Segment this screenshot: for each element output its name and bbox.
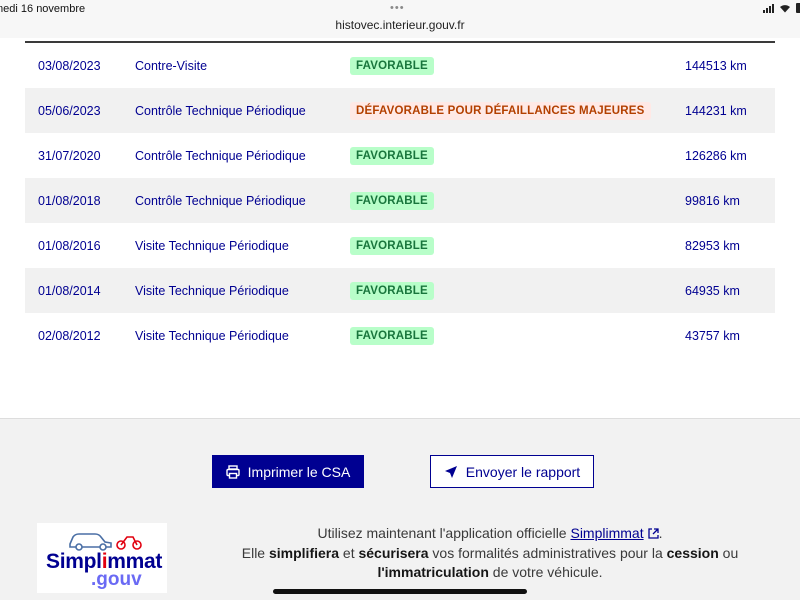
inspection-type: Visite Technique Périodique [135, 238, 289, 253]
home-indicator[interactable] [273, 589, 527, 594]
simplimmat-link[interactable]: Simplimmat [570, 525, 659, 541]
inspection-type: Contrôle Technique Périodique [135, 193, 306, 208]
table-row: 31/07/2020 Contrôle Technique Périodique F… [25, 133, 775, 178]
table-row: 01/08/2016 Visite Technique Périodique FAV… [25, 223, 775, 268]
inspection-type: Visite Technique Périodique [135, 328, 289, 343]
external-link-icon [647, 528, 659, 539]
inspection-date: 02/08/2012 [38, 328, 101, 343]
print-csa-button[interactable]: Imprimer le CSA [212, 455, 364, 488]
inspection-result: FAVORABLE [350, 146, 685, 165]
inspection-mileage: 144513 km [685, 58, 747, 73]
result-badge: FAVORABLE [350, 236, 434, 255]
table-row: 05/06/2023 Contrôle Technique Périodique D… [25, 88, 775, 133]
more-dots-icon[interactable]: ••• [390, 2, 405, 14]
inspection-date: 01/08/2014 [38, 283, 101, 298]
simplimmat-logo[interactable]: Simplimmat .gouv [37, 523, 167, 593]
cellular-signal-icon [763, 3, 774, 13]
inspection-mileage: 82953 km [685, 238, 740, 253]
browser-status-bar: medi 16 novembre ••• histovec.interieur.… [0, 0, 800, 38]
result-badge: FAVORABLE [350, 191, 434, 210]
inspection-mileage: 144231 km [685, 103, 747, 118]
inspection-mileage: 64935 km [685, 283, 740, 298]
inspection-mileage: 43757 km [685, 328, 740, 343]
table-row: 02/08/2012 Visite Technique Périodique FAV… [25, 313, 775, 358]
print-csa-label: Imprimer le CSA [247, 463, 351, 480]
promo-line-1: Utilisez maintenant l'application offici… [317, 525, 663, 541]
send-arrow-icon [444, 465, 457, 478]
send-report-label: Envoyer le rapport [465, 463, 581, 480]
inspection-date: 01/08/2016 [38, 238, 101, 253]
battery-icon [796, 3, 800, 13]
inspection-result: FAVORABLE [350, 326, 685, 345]
inspection-history-panel: 03/08/2023 Contre-Visite FAVORABLE 144513 k… [0, 38, 800, 419]
inspection-type: Visite Technique Périodique [135, 283, 289, 298]
status-indicators [763, 3, 800, 13]
inspection-mileage: 99816 km [685, 193, 740, 208]
table-row: 03/08/2023 Contre-Visite FAVORABLE 144513 k… [25, 43, 775, 88]
inspection-result: FAVORABLE [350, 191, 685, 210]
table-row: 01/08/2018 Contrôle Technique Périodique F… [25, 178, 775, 223]
inspection-result: FAVORABLE [350, 236, 685, 255]
result-badge: FAVORABLE [350, 326, 434, 345]
result-badge: FAVORABLE [350, 56, 434, 75]
inspection-table: 03/08/2023 Contre-Visite FAVORABLE 144513 k… [25, 41, 775, 358]
inspection-result: FAVORABLE [350, 281, 685, 300]
car-moto-icon [69, 533, 142, 551]
status-date: medi 16 novembre [0, 3, 86, 15]
inspection-result: DÉFAVORABLE POUR DÉFAILLANCES MAJEURES [350, 101, 685, 120]
address-bar[interactable]: histovec.interieur.gouv.fr [0, 18, 800, 32]
promo-line-2: Elle simplifiera et sécurisera vos forma… [241, 544, 739, 561]
simplimmat-promo: Utilisez maintenant l'application offici… [210, 524, 770, 583]
logo-gouv: .gouv [91, 569, 142, 590]
inspection-result: FAVORABLE [350, 56, 685, 75]
table-row: 01/08/2014 Visite Technique Périodique FAV… [25, 268, 775, 313]
send-report-button[interactable]: Envoyer le rapport [430, 455, 594, 488]
inspection-date: 31/07/2020 [38, 148, 101, 163]
printer-icon [225, 464, 240, 479]
promo-line-3: l'immatriculation de votre véhicule. [377, 564, 603, 580]
inspection-date: 01/08/2018 [38, 193, 101, 208]
wifi-icon [780, 5, 790, 13]
result-badge: FAVORABLE [350, 281, 434, 300]
result-badge: DÉFAVORABLE POUR DÉFAILLANCES MAJEURES [350, 101, 651, 120]
inspection-type: Contre-Visite [135, 58, 208, 73]
inspection-type: Contrôle Technique Périodique [135, 148, 306, 163]
result-badge: FAVORABLE [350, 146, 434, 165]
inspection-mileage: 126286 km [685, 148, 747, 163]
inspection-date: 05/06/2023 [38, 103, 101, 118]
inspection-date: 03/08/2023 [38, 58, 101, 73]
inspection-type: Contrôle Technique Périodique [135, 103, 306, 118]
